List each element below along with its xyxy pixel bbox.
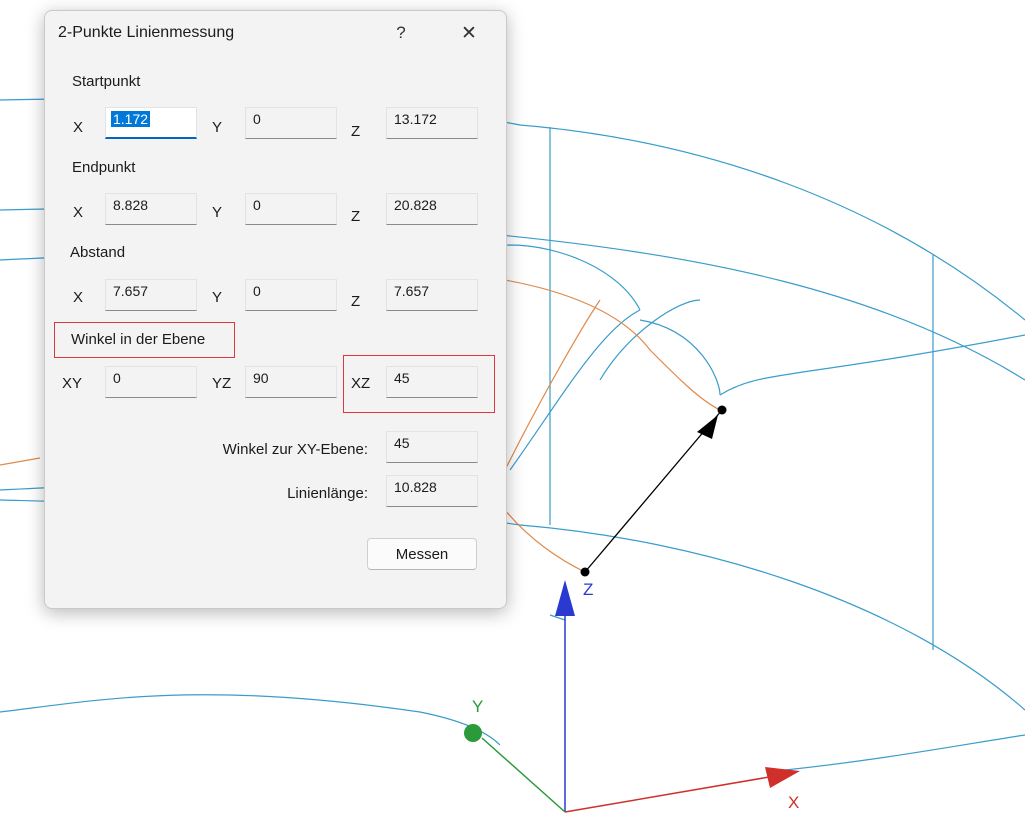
wire-corner-curve — [599, 299, 701, 381]
y-axis-label: Y — [472, 697, 483, 716]
orange-diagonal — [504, 509, 586, 573]
x-axis-line — [564, 775, 776, 813]
wire-inner-curve — [509, 309, 641, 471]
z-axis-arrow — [555, 580, 575, 616]
abstand-x-field[interactable]: 7.657 — [105, 279, 197, 311]
wire-bottom-curve — [0, 694, 501, 746]
winkel-xy-field[interactable]: 0 — [105, 366, 197, 398]
help-button[interactable]: ? — [383, 17, 419, 49]
z-axis-label: Z — [583, 580, 593, 599]
endpunkt-y-field[interactable]: 0 — [245, 193, 337, 225]
wire-bottom-right — [784, 734, 1025, 771]
winkel-yz-label: YZ — [212, 375, 232, 392]
startpunkt-z-label: Z — [351, 123, 361, 140]
line-measurement-dialog: 2-Punkte Linienmessung ? ✕ Startpunkt X … — [44, 10, 507, 609]
orange-left — [0, 457, 41, 466]
winkel-xz-label: XZ — [351, 375, 371, 392]
y-axis-line — [481, 737, 566, 813]
abstand-x-label: X — [73, 289, 84, 306]
winkel-xz-field[interactable]: 45 — [386, 366, 478, 398]
orange-inner — [504, 299, 601, 471]
endpunkt-x-label: X — [73, 204, 84, 221]
winkel-yz-field[interactable]: 90 — [245, 366, 337, 398]
x-axis-label: X — [788, 793, 799, 812]
x-axis-arrow — [765, 767, 800, 788]
startpunkt-y-field[interactable]: 0 — [245, 107, 337, 139]
endpunkt-x-field[interactable]: 8.828 — [105, 193, 197, 225]
abstand-z-field[interactable]: 7.657 — [386, 279, 478, 311]
measurement-line — [584, 409, 723, 573]
linienlaenge-field[interactable]: 10.828 — [386, 475, 478, 507]
y-axis-marker — [464, 724, 482, 742]
abstand-y-field[interactable]: 0 — [245, 279, 337, 311]
winkel-xy-ebene-field[interactable]: 45 — [386, 431, 478, 463]
abstand-y-label: Y — [212, 289, 223, 306]
measurement-end-point[interactable] — [717, 405, 727, 415]
measurement-start-point[interactable] — [580, 567, 590, 577]
close-button[interactable]: ✕ — [451, 17, 487, 49]
dialog-title: 2-Punkte Linienmessung — [58, 24, 235, 41]
startpunkt-z-field[interactable]: 13.172 — [386, 107, 478, 139]
wire-step-curve — [639, 319, 721, 396]
winkel-xy-label: XY — [62, 375, 83, 392]
orange-top-curve — [504, 279, 721, 411]
measure-button[interactable]: Messen — [367, 538, 477, 570]
wire-right-line — [719, 334, 1025, 396]
startpunkt-heading: Startpunkt — [72, 73, 141, 90]
endpunkt-z-field[interactable]: 20.828 — [386, 193, 478, 225]
abstand-z-label: Z — [351, 293, 361, 310]
winkel-xy-ebene-label: Winkel zur XY-Ebene: — [222, 441, 368, 458]
startpunkt-x-label: X — [73, 119, 84, 136]
abstand-heading: Abstand — [70, 244, 126, 261]
startpunkt-y-label: Y — [212, 119, 223, 136]
endpunkt-y-label: Y — [212, 204, 223, 221]
endpunkt-heading: Endpunkt — [72, 159, 136, 176]
startpunkt-x-field[interactable]: 1.172 — [105, 107, 197, 139]
winkel-heading: Winkel in der Ebene — [71, 331, 206, 348]
linienlaenge-label: Linienlänge: — [287, 485, 368, 502]
endpunkt-z-label: Z — [351, 208, 361, 225]
